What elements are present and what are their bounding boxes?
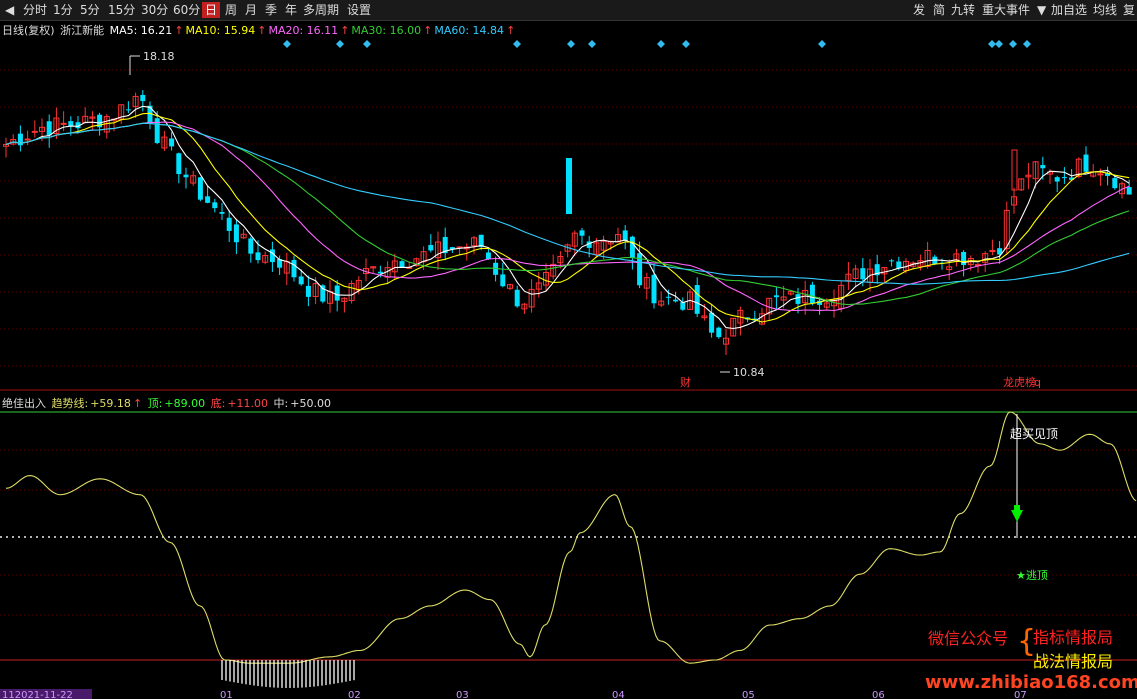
signal-arrow-body <box>1014 505 1020 512</box>
watermark-wechat: 微信公众号 <box>928 629 1009 648</box>
candle-body <box>226 217 232 231</box>
candle-body <box>320 285 326 302</box>
candle-body <box>334 285 340 301</box>
indicator-name: 绝佳出入 <box>2 397 46 410</box>
candle-body <box>31 130 38 133</box>
candle-body <box>1097 173 1104 176</box>
month-label-01: 01 <box>220 690 233 699</box>
event-cai: 财 <box>680 375 691 389</box>
trend-label: 趋势线: <box>51 397 89 410</box>
event-bang: 龙虎榜 <box>1003 375 1036 389</box>
candle-body <box>566 158 572 214</box>
event-diamond-0 <box>283 40 291 48</box>
event-diamond-8 <box>818 40 826 48</box>
candle-body <box>46 121 52 136</box>
event-diamond-2 <box>363 40 371 48</box>
event-diamond-6 <box>657 40 665 48</box>
candle-body <box>651 274 657 304</box>
date-label: 112021-11-22 <box>2 690 73 699</box>
event-diamond-12 <box>1023 40 1031 48</box>
candle-body <box>125 109 131 111</box>
candle-body <box>1083 154 1089 172</box>
candle-body <box>773 295 779 298</box>
high-price-label: 18.18 <box>143 50 175 63</box>
candle-body <box>24 138 31 141</box>
candle-body <box>680 302 686 310</box>
candle-body <box>694 285 700 314</box>
candle-body <box>1126 187 1132 195</box>
candle-body <box>860 268 866 280</box>
candle-body <box>399 261 405 268</box>
mid-label: 中: <box>273 397 289 410</box>
candle-body <box>197 177 203 200</box>
indicator-legend: 绝佳出入 趋势线: +59.18 ↑ 顶: +89.00 底: +11.00 中: +50… <box>2 395 333 411</box>
candle-body <box>629 236 635 258</box>
candle-body <box>1040 165 1046 169</box>
candle-body <box>809 284 815 304</box>
event-diamond-7 <box>682 40 690 48</box>
event-diamond-5 <box>588 40 596 48</box>
month-label-03: 03 <box>456 690 469 699</box>
candle-body <box>709 312 715 333</box>
event-diamond-11 <box>1009 40 1017 48</box>
trend-value: +59.18 <box>90 397 131 410</box>
candle-body <box>1054 177 1060 182</box>
candle-body <box>1011 149 1018 191</box>
candle-body <box>514 289 520 307</box>
watermark-url: www.zhibiao168.com <box>925 672 1137 693</box>
bottom-label: 底: <box>210 397 226 410</box>
low-price-label: 10.84 <box>733 366 765 379</box>
candle-body <box>233 224 239 243</box>
month-label-02: 02 <box>348 690 361 699</box>
candle-body <box>219 212 225 214</box>
candle-body <box>60 122 67 125</box>
ma5-line <box>5 105 1130 330</box>
event-diamond-10 <box>995 40 1003 48</box>
event-diamond-3 <box>513 40 521 48</box>
candle-body <box>989 250 996 253</box>
trend-arrow: ↑ <box>132 397 143 410</box>
candle-body <box>500 274 506 287</box>
candle-body <box>622 230 628 241</box>
month-label-06: 06 <box>872 690 885 699</box>
watermark-name-1: 指标情报局 <box>1033 628 1114 647</box>
top-label: 顶: <box>147 397 163 410</box>
candle-body <box>485 252 491 260</box>
candle-body <box>716 327 722 338</box>
candle-body <box>176 153 182 175</box>
candle-body <box>212 202 218 209</box>
mid-value: +50.00 <box>290 397 331 410</box>
candle-body <box>579 230 585 236</box>
event-diamond-9 <box>988 40 996 48</box>
event-q: q <box>1034 376 1041 389</box>
candle-body <box>795 294 801 304</box>
candle-body <box>305 285 311 297</box>
escape-top-label: ★逃顶 <box>1016 569 1048 582</box>
candle-body <box>248 238 254 254</box>
event-diamond-4 <box>567 40 575 48</box>
candle-body <box>298 276 304 285</box>
top-value: +89.00 <box>164 397 206 410</box>
ma20-line <box>5 121 1130 312</box>
candle-body <box>1112 178 1118 189</box>
candle-body <box>889 260 895 262</box>
kline-chart: 18.1810.84财 龙虎榜q超买见顶★逃顶112021-11-22 01 02 03… <box>0 40 1137 699</box>
candle-body <box>1061 177 1067 179</box>
candle-body <box>269 249 275 263</box>
bottom-value: +11.00 <box>227 397 269 410</box>
month-label-05: 05 <box>742 690 755 699</box>
candle-body <box>140 94 146 102</box>
candle-body <box>68 121 74 127</box>
watermark-name-2: 战法情报局 <box>1033 652 1114 671</box>
month-label-04: 04 <box>612 690 625 699</box>
candle-body <box>673 299 679 302</box>
candle-body <box>428 245 434 251</box>
candle-body <box>205 196 211 203</box>
candle-body <box>255 252 261 261</box>
candle-body <box>291 259 297 278</box>
candle-body <box>169 138 175 147</box>
event-diamond-1 <box>336 40 344 48</box>
candle-body <box>665 296 671 298</box>
candle-body <box>183 174 189 178</box>
